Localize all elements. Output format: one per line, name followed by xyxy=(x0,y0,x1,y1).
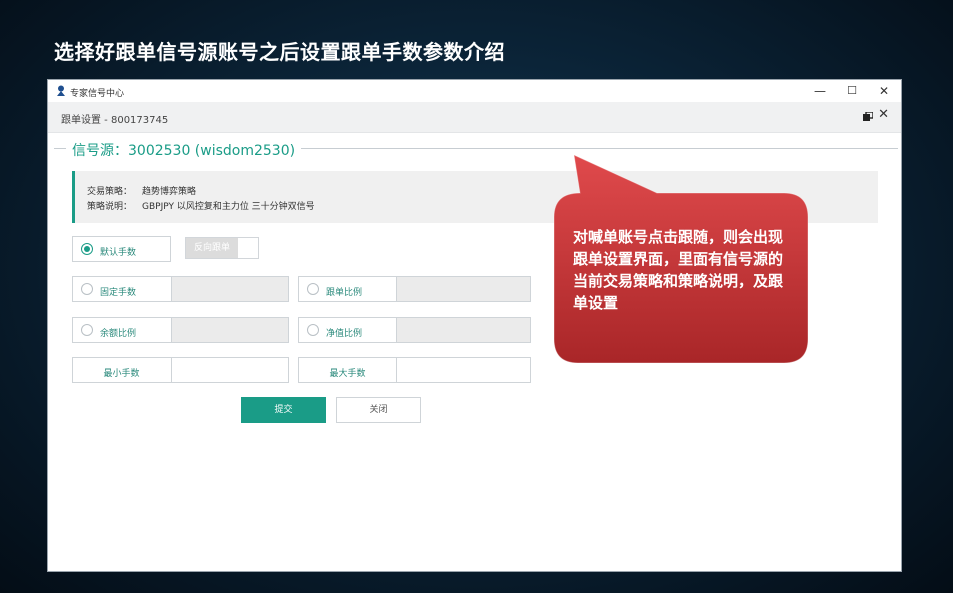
reverse-follow-toggle[interactable]: 反向跟单 xyxy=(185,237,259,259)
trade-strategy-value: 趋势博弈策略 xyxy=(142,187,197,197)
strategy-desc-row: 策略说明： GBPJPY 以风控复和主力位 三十分钟双信号 xyxy=(87,199,315,212)
max-lots-label: 最大手数 xyxy=(329,369,366,379)
strategy-desc-key: 策略说明： xyxy=(87,202,133,212)
follow-ratio-input[interactable] xyxy=(396,276,531,302)
submit-button[interactable]: 提交 xyxy=(241,397,326,423)
fixed-lots-option[interactable]: 固定手数 xyxy=(72,276,289,302)
subheader-label: 跟单设置 - 800173745 xyxy=(61,115,169,126)
minimize-button[interactable]: — xyxy=(805,82,835,100)
follow-ratio-label: 跟单比例 xyxy=(326,288,363,298)
panel-close-button[interactable]: ✕ xyxy=(878,107,889,122)
balance-ratio-label: 余额比例 xyxy=(100,329,137,339)
maximize-button[interactable]: ☐ xyxy=(837,82,867,100)
signal-source-title: 信号源：3002530 (wisdom2530) xyxy=(66,140,302,160)
max-lots-field: 最大手数 xyxy=(298,357,531,383)
balance-ratio-option[interactable]: 余额比例 xyxy=(72,317,289,343)
restore-icon[interactable] xyxy=(863,112,873,121)
subheader-bar: 跟单设置 - 800173745 ✕ xyxy=(48,102,901,133)
slide-title: 选择好跟单信号源账号之后设置跟单手数参数介绍 xyxy=(54,40,505,64)
balance-ratio-input[interactable] xyxy=(171,317,289,343)
close-button[interactable]: 关闭 xyxy=(336,397,421,423)
min-lots-input[interactable] xyxy=(171,357,289,383)
balance-ratio-radio[interactable] xyxy=(81,324,93,336)
default-lots-label: 默认手数 xyxy=(100,248,137,258)
equity-ratio-label: 净值比例 xyxy=(326,329,363,339)
reverse-follow-label: 反向跟单 xyxy=(186,238,238,258)
fixed-lots-radio[interactable] xyxy=(81,283,93,295)
trade-strategy-row: 交易策略： 趋势博弈策略 xyxy=(87,184,196,197)
min-lots-field: 最小手数 xyxy=(72,357,289,383)
window-close-button[interactable]: ✕ xyxy=(869,82,899,100)
max-lots-input[interactable] xyxy=(396,357,531,383)
follow-ratio-radio[interactable] xyxy=(307,283,319,295)
default-lots-radio[interactable] xyxy=(81,243,93,255)
min-lots-label: 最小手数 xyxy=(103,369,140,379)
equity-ratio-radio[interactable] xyxy=(307,324,319,336)
callout-text: 对喊单账号点击跟随，则会出现跟单设置界面，里面有信号源的当前交易策略和策略说明，… xyxy=(573,228,784,312)
equity-ratio-option[interactable]: 净值比例 xyxy=(298,317,531,343)
app-logo-icon xyxy=(57,85,65,96)
follow-ratio-option[interactable]: 跟单比例 xyxy=(298,276,531,302)
equity-ratio-input[interactable] xyxy=(396,317,531,343)
fixed-lots-label: 固定手数 xyxy=(100,288,137,298)
default-lots-option[interactable]: 默认手数 xyxy=(72,236,171,262)
fixed-lots-input[interactable] xyxy=(171,276,289,302)
app-title: 专家信号中心 xyxy=(70,89,125,99)
trade-strategy-key: 交易策略： xyxy=(87,187,133,197)
window-titlebar: 专家信号中心 — ☐ ✕ xyxy=(48,80,901,102)
strategy-desc-value: GBPJPY 以风控复和主力位 三十分钟双信号 xyxy=(142,202,315,212)
